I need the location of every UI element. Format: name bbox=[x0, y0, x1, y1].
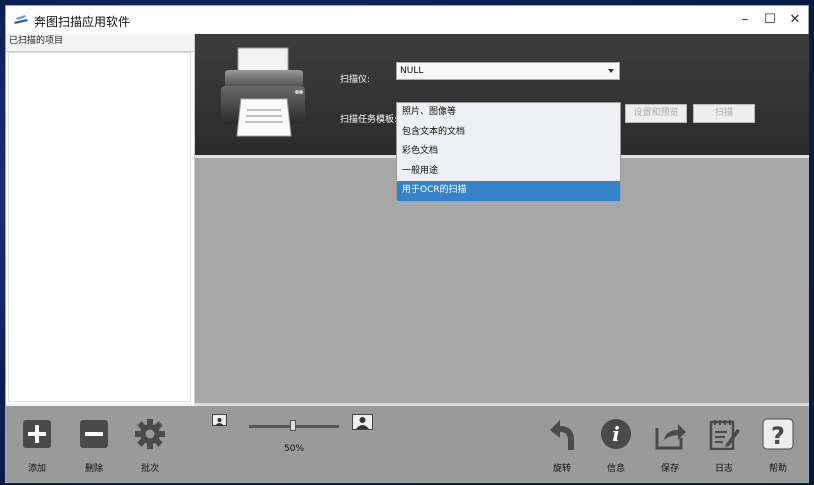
save-button[interactable]: 保存 bbox=[650, 418, 690, 474]
add-label: 添加 bbox=[27, 464, 46, 474]
bottom-toolbar: 添加 删除 批次 50% 旋转 i 信息 保存 日志 ? 帮助 bbox=[6, 406, 808, 482]
dropdown-item[interactable]: 一般用途 bbox=[397, 162, 620, 182]
settings-preview-button[interactable]: 设置和预览 bbox=[625, 104, 687, 123]
info-button[interactable]: i 信息 bbox=[596, 418, 636, 474]
scanner-app-icon bbox=[14, 15, 28, 24]
window-title: 奔图扫描应用软件 bbox=[34, 15, 131, 29]
log-button[interactable]: 日志 bbox=[704, 418, 744, 474]
batch-label: 批次 bbox=[140, 464, 159, 474]
log-label: 日志 bbox=[714, 464, 733, 474]
delete-label: 删除 bbox=[84, 464, 103, 474]
zoom-out-image-icon[interactable] bbox=[212, 414, 227, 426]
help-question-icon: ? bbox=[762, 418, 794, 450]
maximize-button[interactable]: ☐ bbox=[758, 10, 782, 30]
dropdown-item[interactable]: 彩色文档 bbox=[397, 142, 620, 162]
svg-text:i: i bbox=[612, 422, 620, 446]
save-label: 保存 bbox=[660, 464, 679, 474]
dropdown-item[interactable]: 包含文本的文档 bbox=[397, 123, 620, 143]
minimize-button[interactable]: – bbox=[733, 10, 757, 30]
zoom-level: 50% bbox=[284, 444, 305, 454]
template-label: 扫描任务模板: bbox=[340, 115, 398, 125]
batch-button[interactable]: 批次 bbox=[130, 418, 170, 474]
dropdown-item[interactable]: 照片、图像等 bbox=[397, 103, 620, 123]
printer-icon bbox=[221, 47, 305, 137]
minus-icon bbox=[80, 420, 108, 448]
help-button[interactable]: ? 帮助 bbox=[758, 418, 798, 474]
scanner-label: 扫描仪: bbox=[340, 75, 371, 85]
zoom-slider-thumb[interactable] bbox=[290, 420, 296, 431]
gear-icon bbox=[135, 419, 165, 449]
title-bar: 奔图扫描应用软件 – ☐ ✕ bbox=[6, 6, 808, 34]
person-image-icon bbox=[215, 418, 224, 426]
person-image-icon bbox=[356, 417, 369, 429]
scan-button[interactable]: 扫描 bbox=[693, 104, 755, 123]
plus-icon bbox=[23, 420, 51, 448]
add-button[interactable]: 添加 bbox=[17, 418, 57, 474]
scanned-items-list[interactable] bbox=[8, 52, 191, 402]
log-notepad-icon bbox=[709, 420, 740, 451]
share-save-icon bbox=[655, 424, 686, 450]
app-window: 奔图扫描应用软件 – ☐ ✕ 已扫描的项目 扫描仪: NULL 扫描任务模板: … bbox=[5, 5, 809, 483]
template-dropdown[interactable]: 照片、图像等 包含文本的文档 彩色文档 一般用途 用于OCR的扫描 bbox=[396, 102, 621, 201]
rotate-icon bbox=[550, 420, 574, 450]
info-icon: i bbox=[601, 419, 631, 449]
svg-text:?: ? bbox=[771, 422, 785, 450]
scanner-select-value: NULL bbox=[400, 66, 424, 76]
scanner-select[interactable]: NULL bbox=[396, 62, 620, 80]
chevron-down-icon bbox=[608, 69, 614, 73]
scanned-items-header: 已扫描的项目 bbox=[6, 34, 194, 52]
help-label: 帮助 bbox=[768, 464, 787, 474]
close-button[interactable]: ✕ bbox=[783, 10, 807, 30]
delete-button[interactable]: 删除 bbox=[74, 418, 114, 474]
rotate-label: 旋转 bbox=[552, 464, 571, 474]
scanned-items-panel: 已扫描的项目 bbox=[6, 34, 195, 404]
rotate-button[interactable]: 旋转 bbox=[542, 418, 582, 474]
info-label: 信息 bbox=[606, 464, 625, 474]
dropdown-item-selected[interactable]: 用于OCR的扫描 bbox=[397, 181, 620, 201]
zoom-in-image-icon[interactable] bbox=[352, 414, 373, 430]
